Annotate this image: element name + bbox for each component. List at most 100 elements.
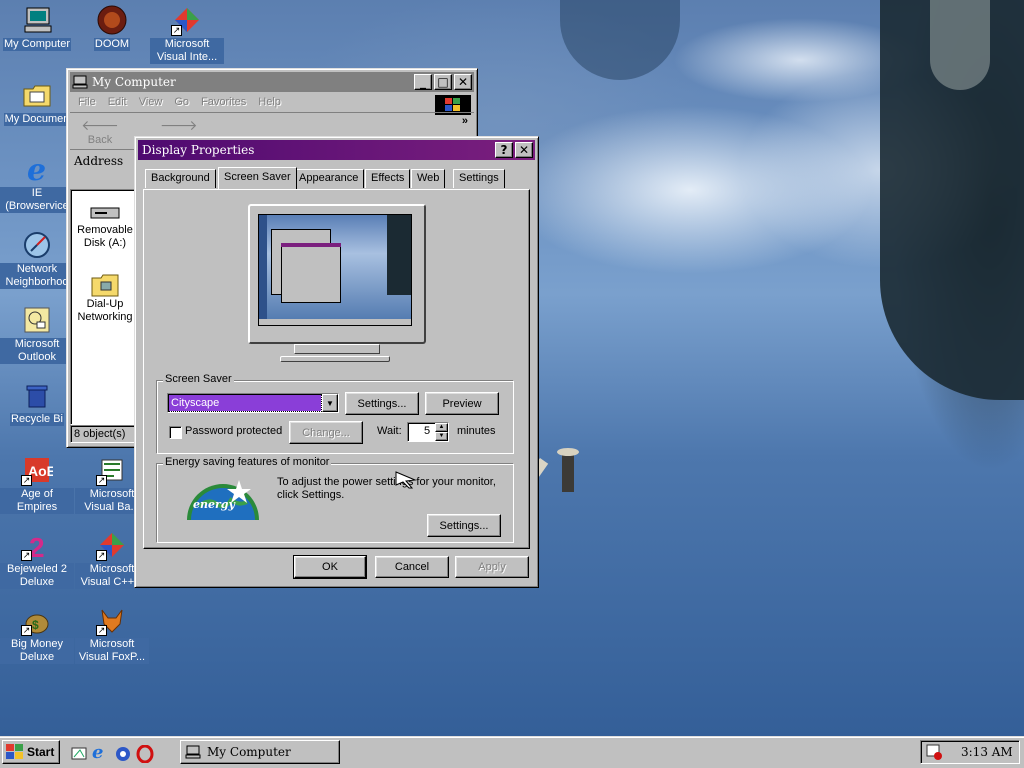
- close-button[interactable]: ✕: [515, 142, 533, 158]
- minutes-label: minutes: [457, 425, 496, 437]
- desktop-icon-my-computer[interactable]: My Computer: [0, 4, 74, 51]
- svg-text:$: $: [32, 618, 39, 632]
- desktop-icon-label: Microsoft Outlook: [0, 338, 74, 364]
- desktop-icon-label: Recycle Bi: [10, 413, 64, 426]
- desktop-icon-network[interactable]: Network Neighborhoo: [0, 229, 74, 289]
- desktop-icon-ms-visual-foxpro[interactable]: ↗ Microsoft Visual FoxP...: [75, 604, 149, 664]
- help-button[interactable]: ?: [495, 142, 513, 158]
- chevron-down-icon[interactable]: ▼: [322, 394, 338, 412]
- wait-value: 5: [424, 425, 431, 437]
- toolbar-more-button[interactable]: »: [462, 115, 468, 127]
- bejeweled-icon: 2 ↗: [21, 529, 53, 563]
- shortcut-arrow-icon: ↗: [96, 475, 107, 486]
- my-computer-titlebar[interactable]: My Computer _ □ ✕: [70, 72, 474, 92]
- system-tray: 3:13 AM: [920, 740, 1020, 764]
- energy-description: To adjust the power settings for your mo…: [277, 476, 496, 501]
- ok-button[interactable]: OK: [293, 555, 367, 579]
- outlook-icon: [21, 304, 53, 336]
- desktop-icon-aoe[interactable]: AoE ↗ Age of Empires: [0, 454, 74, 514]
- internet-explorer-icon: e: [21, 153, 53, 188]
- back-arrow-icon: 🡐: [81, 117, 119, 133]
- ie-quick-launch-icon[interactable]: e: [92, 744, 110, 763]
- list-item[interactable]: Removable Disk (A:): [71, 202, 139, 250]
- folder-icon: [21, 79, 53, 111]
- visual-basic-icon: ↗: [96, 454, 128, 486]
- desktop-icon-bejeweled[interactable]: 2 ↗ Bejeweled 2 Deluxe: [0, 529, 74, 589]
- desktop-icon-bigmoney[interactable]: $ ↗ Big Money Deluxe: [0, 604, 74, 664]
- tab-background[interactable]: Background: [145, 169, 216, 188]
- desktop-icon-ms-visual-interdev[interactable]: ↗ Microsoft Visual Inte...: [150, 4, 224, 64]
- group-title: Energy saving features of monitor: [163, 456, 332, 468]
- desktop-shortcut-icon[interactable]: [70, 745, 88, 763]
- opera-icon[interactable]: [136, 744, 154, 764]
- menu-help[interactable]: Help: [258, 96, 281, 108]
- desktop-icon-label: Microsoft Visual Inte...: [150, 38, 224, 64]
- apply-button[interactable]: Apply: [455, 556, 529, 578]
- spin-up-icon[interactable]: ▲: [435, 423, 448, 432]
- wait-spinner[interactable]: 5 ▲ ▼: [407, 422, 449, 442]
- maximize-button[interactable]: □: [434, 74, 452, 90]
- clock[interactable]: 3:13 AM: [961, 745, 1013, 759]
- network-icon: [21, 229, 53, 261]
- back-button[interactable]: 🡐 Back: [80, 117, 120, 146]
- cancel-button[interactable]: Cancel: [375, 556, 449, 578]
- screen-saver-select[interactable]: Cityscape ▼: [167, 393, 339, 413]
- close-button[interactable]: ✕: [454, 74, 472, 90]
- scheduler-icon[interactable]: [925, 743, 943, 761]
- menu-go[interactable]: Go: [174, 96, 189, 108]
- energy-group: Energy saving features of monitor energy…: [156, 456, 514, 543]
- change-password-button[interactable]: Change...: [289, 421, 363, 444]
- tab-strip: Background Screen Saver Appearance Effec…: [143, 167, 533, 189]
- file-view[interactable]: Removable Disk (A:) Dial-Up Networking: [70, 189, 138, 425]
- status-bar: 8 object(s): [70, 425, 138, 443]
- list-item[interactable]: Dial-Up Networking: [71, 270, 139, 324]
- start-button[interactable]: Start: [2, 740, 60, 764]
- desktop-icon-label: Network Neighborhoo: [0, 263, 74, 289]
- tab-screen-saver[interactable]: Screen Saver: [218, 167, 297, 189]
- energy-settings-button[interactable]: Settings...: [427, 514, 501, 537]
- desktop-icon-label: My Documen: [3, 113, 71, 126]
- preview-button[interactable]: Preview: [425, 392, 499, 415]
- tab-appearance[interactable]: Appearance: [293, 169, 365, 188]
- menu-view[interactable]: View: [139, 96, 163, 108]
- taskbar-button-my-computer[interactable]: My Computer: [180, 740, 340, 764]
- shortcut-arrow-icon: ↗: [96, 550, 107, 561]
- channels-icon[interactable]: [114, 745, 132, 763]
- desktop-icon-my-documents[interactable]: My Documen: [0, 79, 74, 126]
- desktop-icon-doom[interactable]: DOOM: [75, 4, 149, 51]
- svg-text:e: e: [27, 153, 46, 185]
- energy-star-logo: energy: [187, 476, 259, 520]
- minimize-button[interactable]: _: [414, 74, 432, 90]
- dialog-titlebar[interactable]: Display Properties ? ✕: [138, 140, 535, 160]
- address-label: Address: [74, 154, 124, 168]
- computer-icon: [21, 4, 53, 36]
- tab-settings[interactable]: Settings: [453, 169, 505, 188]
- desktop-icon-label: IE (Browservice: [0, 187, 74, 213]
- quick-launch: e: [70, 743, 154, 765]
- computer-icon: [185, 745, 203, 759]
- window-title: My Computer: [92, 75, 176, 89]
- tab-web[interactable]: Web: [411, 169, 446, 188]
- money-bag-icon: $ ↗: [21, 604, 53, 636]
- shortcut-arrow-icon: ↗: [21, 475, 32, 486]
- menu-favorites[interactable]: Favorites: [201, 96, 246, 108]
- visual-cpp-icon: ↗: [96, 529, 128, 561]
- display-properties-dialog[interactable]: Display Properties ? ✕ Background Screen…: [134, 136, 539, 588]
- taskbar: Start e My Computer 3:13 AM: [0, 736, 1024, 768]
- menu-file[interactable]: File: [78, 96, 96, 108]
- spin-down-icon[interactable]: ▼: [435, 432, 448, 441]
- foxpro-icon: ↗: [96, 604, 128, 636]
- menu-edit[interactable]: Edit: [108, 96, 127, 108]
- password-checkbox[interactable]: [169, 426, 182, 439]
- boatman: [562, 452, 574, 492]
- shortcut-arrow-icon: ↗: [21, 550, 32, 561]
- mouse-cursor-icon: [395, 471, 417, 492]
- desktop-icon-recycle[interactable]: Recycle Bi: [0, 379, 74, 426]
- desktop-icon-ie[interactable]: e IE (Browservice: [0, 153, 74, 213]
- tab-effects[interactable]: Effects: [365, 169, 411, 188]
- monitor-preview: [244, 200, 430, 354]
- age-of-empires-icon: AoE ↗: [21, 454, 56, 486]
- desktop-icon-outlook[interactable]: Microsoft Outlook: [0, 304, 74, 364]
- screen-saver-settings-button[interactable]: Settings...: [345, 392, 419, 415]
- shortcut-arrow-icon: ↗: [96, 625, 107, 636]
